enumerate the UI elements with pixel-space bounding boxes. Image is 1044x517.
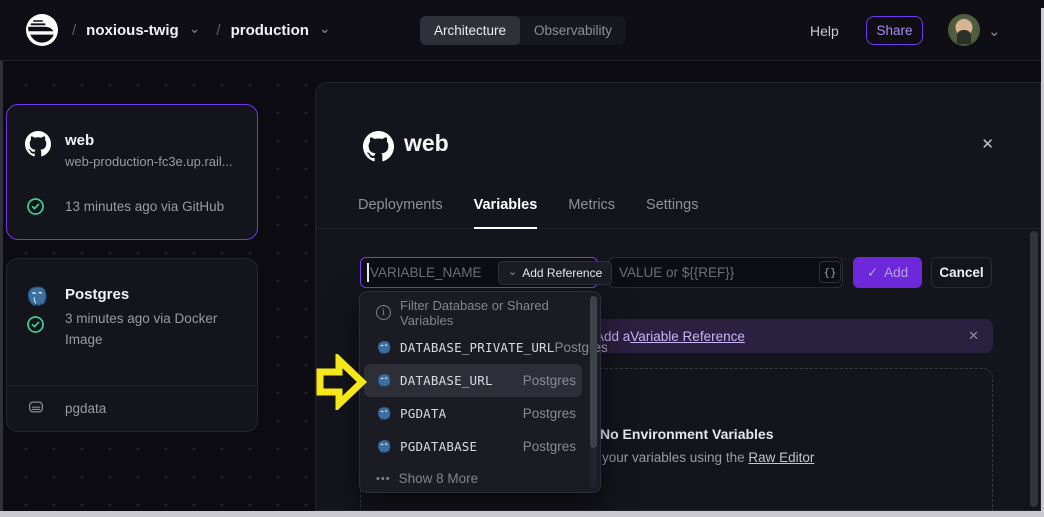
railway-logo-icon[interactable]: [26, 14, 58, 46]
info-icon: i: [376, 305, 391, 320]
breadcrumb-separator: /: [216, 22, 220, 39]
dropdown-filter-row[interactable]: i Filter Database or Shared Variables: [360, 296, 588, 329]
service-domain[interactable]: web-production-fc3e.up.rail...: [65, 154, 233, 169]
add-button-label: Add: [884, 265, 908, 280]
variable-name: DATABASE_PRIVATE_URL: [400, 340, 555, 355]
dropdown-show-more[interactable]: ••• Show 8 More: [360, 462, 588, 495]
add-reference-button[interactable]: ⌄ Add Reference: [498, 261, 612, 285]
add-button[interactable]: ✓ Add: [853, 257, 922, 288]
check-icon: ✓: [867, 265, 878, 281]
tab-deployments[interactable]: Deployments: [358, 191, 443, 229]
volume-icon: [27, 398, 45, 416]
avatar[interactable]: [948, 14, 980, 46]
github-icon: [363, 131, 394, 162]
deploy-success-icon: [26, 197, 45, 216]
tab-architecture[interactable]: Architecture: [420, 16, 520, 45]
variable-name: PGDATABASE: [400, 439, 477, 454]
variable-value-input[interactable]: [608, 257, 843, 288]
card-divider: [7, 385, 257, 386]
variable-source: Postgres: [523, 373, 588, 388]
breadcrumb-separator: /: [72, 22, 76, 39]
variable-reference-dropdown: i Filter Database or Shared Variables DA…: [359, 291, 601, 493]
add-reference-label: Add Reference: [522, 266, 602, 280]
raw-value-toggle-icon[interactable]: {}: [819, 261, 841, 283]
show-more-label: Show 8 More: [399, 471, 479, 486]
raw-editor-link[interactable]: Raw Editor: [748, 450, 814, 465]
postgres-icon: [376, 439, 392, 455]
panel-title: web: [404, 130, 449, 157]
variable-reference-link[interactable]: Variable Reference: [630, 329, 745, 344]
close-icon[interactable]: ✕: [968, 319, 979, 353]
view-switcher: Architecture Observability: [420, 16, 626, 45]
chevron-down-icon: ⌄: [508, 265, 517, 278]
service-card-postgres[interactable]: Postgres 3 minutes ago via Docker Image …: [6, 258, 258, 432]
panel-tabs: Deployments Variables Metrics Settings: [316, 191, 1040, 229]
variable-source: Postgres: [523, 406, 588, 421]
tab-variables[interactable]: Variables: [474, 191, 538, 229]
dropdown-item-database-private-url[interactable]: DATABASE_PRIVATE_URL Postgres: [360, 331, 588, 364]
window-frame-bottom: [0, 511, 1044, 517]
deploy-status: 3 minutes ago via Docker Image: [65, 309, 225, 351]
ellipsis-icon: •••: [376, 473, 391, 485]
share-button[interactable]: Share: [866, 16, 923, 45]
github-icon: [25, 131, 51, 157]
dropdown-item-pgdatabase[interactable]: PGDATABASE Postgres: [360, 430, 588, 463]
tab-metrics[interactable]: Metrics: [568, 191, 615, 229]
chevron-down-icon[interactable]: ⌄: [988, 0, 1001, 61]
service-name: Postgres: [65, 286, 129, 303]
service-detail-panel: web ✕ Deployments Variables Metrics Sett…: [315, 82, 1041, 511]
chevron-down-icon[interactable]: ⌄: [189, 20, 201, 37]
empty-state-subtitle: your variables using the: [602, 450, 748, 465]
breadcrumb-project[interactable]: noxious-twig: [86, 22, 179, 39]
tab-settings[interactable]: Settings: [646, 191, 698, 229]
volume-name[interactable]: pgdata: [65, 399, 106, 420]
deploy-status: 13 minutes ago via GitHub: [65, 197, 224, 218]
deploy-success-icon: [26, 315, 45, 334]
postgres-icon: [376, 340, 392, 356]
service-name: web: [65, 132, 94, 149]
cancel-button[interactable]: Cancel: [931, 257, 992, 288]
chevron-down-icon[interactable]: ⌄: [319, 20, 331, 37]
service-card-web[interactable]: web web-production-fc3e.up.rail... 13 mi…: [6, 104, 258, 240]
left-window-edge: [0, 61, 3, 511]
breadcrumb: / noxious-twig ⌄ / production ⌄: [72, 0, 337, 61]
filter-placeholder: Filter Database or Shared Variables: [400, 298, 588, 328]
panel-scrollbar-thumb[interactable]: [1030, 231, 1038, 507]
breadcrumb-environment[interactable]: production: [231, 22, 309, 39]
dropdown-scrollbar-thumb[interactable]: [590, 296, 597, 448]
variable-source: Postgres: [555, 340, 620, 355]
variable-source: Postgres: [523, 439, 588, 454]
postgres-icon: [376, 373, 392, 389]
dropdown-item-database-url[interactable]: DATABASE_URL Postgres: [360, 364, 588, 397]
railway-app-window: / noxious-twig ⌄ / production ⌄ Architec…: [0, 0, 1044, 517]
tab-observability[interactable]: Observability: [520, 16, 626, 45]
variable-name: DATABASE_URL: [400, 373, 493, 388]
postgres-icon: [25, 285, 49, 309]
text-cursor: [367, 263, 369, 282]
postgres-icon: [376, 406, 392, 422]
dropdown-item-pgdata[interactable]: PGDATA Postgres: [360, 397, 588, 430]
variable-name: PGDATA: [400, 406, 446, 421]
empty-state-title: No Environment Variables: [600, 426, 774, 442]
help-link[interactable]: Help: [810, 0, 839, 61]
top-navbar: / noxious-twig ⌄ / production ⌄ Architec…: [0, 0, 1044, 61]
close-icon[interactable]: ✕: [981, 135, 994, 153]
pointer-arrow-icon: [314, 354, 368, 410]
